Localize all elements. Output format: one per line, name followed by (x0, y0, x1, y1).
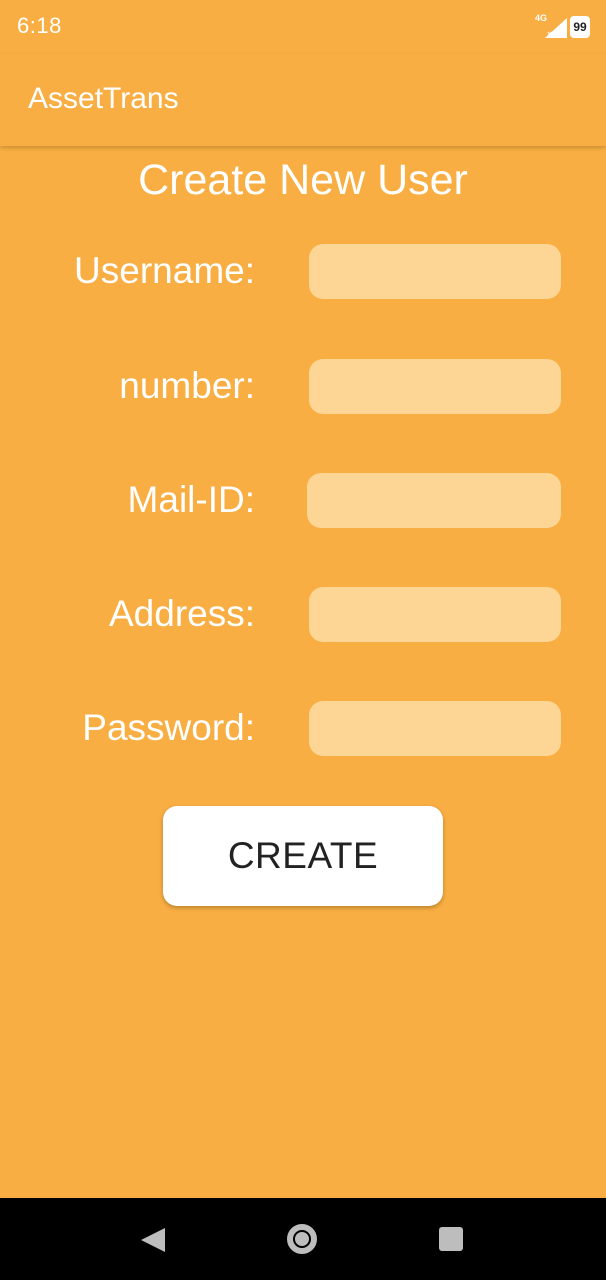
username-input[interactable] (309, 244, 561, 299)
home-ring (293, 1230, 311, 1248)
address-input[interactable] (309, 587, 561, 642)
no-data-icon: × (547, 29, 553, 39)
password-label: Password: (82, 707, 255, 748)
mail-id-label: Mail-ID: (127, 479, 255, 520)
username-row: Username: (0, 244, 606, 300)
battery-icon: 99 (570, 16, 590, 38)
mail-id-row: Mail-ID: (0, 473, 606, 529)
recents-icon[interactable] (439, 1227, 463, 1251)
battery-level: 99 (573, 20, 587, 34)
number-input[interactable] (309, 359, 561, 414)
password-input[interactable] (309, 701, 561, 756)
page-title: Create New User (138, 156, 468, 204)
create-button[interactable]: CREATE (163, 806, 443, 906)
status-icons: 4G × 99 (535, 13, 590, 40)
number-row: number: (0, 359, 606, 415)
navigation-bar (0, 1198, 606, 1280)
password-row: Password: (0, 701, 606, 757)
mail-id-input[interactable] (307, 473, 561, 528)
back-icon[interactable] (141, 1228, 165, 1252)
status-bar: 6:18 4G × 99 (0, 0, 606, 54)
address-row: Address: (0, 587, 606, 643)
signal-icon: 4G × (535, 13, 567, 40)
home-icon[interactable] (287, 1224, 317, 1254)
status-time: 6:18 (17, 13, 62, 38)
app-title: AssetTrans (28, 82, 179, 115)
address-label: Address: (108, 593, 255, 634)
number-label: number: (119, 365, 255, 406)
app-bar: AssetTrans (0, 54, 606, 146)
username-label: Username: (74, 250, 255, 291)
